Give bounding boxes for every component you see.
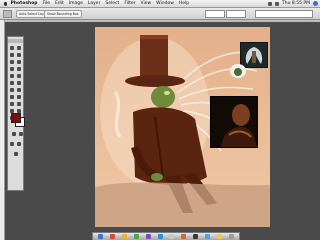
gradient-tool-icon[interactable] [16, 80, 22, 86]
finder-icon[interactable] [98, 234, 104, 239]
options-bar: Auto Select Layer Show Bounding Box [0, 8, 320, 20]
menu-clock[interactable]: Thu 8:55 PM [282, 0, 310, 7]
menu-help[interactable]: Help [176, 0, 191, 7]
type-tool-icon[interactable] [16, 94, 22, 100]
menu-view[interactable]: View [138, 0, 154, 7]
shape-tool-icon[interactable] [16, 101, 22, 107]
dock-app-icon[interactable] [145, 234, 151, 239]
screen-mode-1-icon[interactable] [9, 141, 15, 147]
horizontal-ruler [0, 20, 320, 22]
crop-tool-icon[interactable] [9, 59, 15, 65]
palette-well[interactable] [255, 10, 313, 18]
spotlight-icon[interactable] [313, 1, 318, 6]
menu-app-name[interactable]: Photoshop [8, 0, 40, 7]
toolbox-title-bar[interactable] [8, 39, 23, 43]
dock-app-icon[interactable] [110, 234, 116, 239]
dock-app-icon[interactable] [204, 234, 210, 239]
menu-select[interactable]: Select [103, 0, 122, 7]
menu-image[interactable]: Image [66, 0, 85, 7]
slice-tool-icon[interactable] [16, 59, 22, 65]
eraser-tool-icon[interactable] [9, 80, 15, 86]
menu-window[interactable]: Window [154, 0, 177, 7]
path-select-icon[interactable] [9, 94, 15, 100]
dock-app-icon[interactable] [181, 234, 187, 239]
dock-app-icon[interactable] [216, 234, 222, 239]
jump-to-imageready-icon[interactable] [13, 151, 19, 157]
quick-mask-icon[interactable] [18, 131, 24, 137]
menu-edit[interactable]: Edit [53, 0, 67, 7]
tool-presets-tab[interactable] [226, 10, 246, 18]
status-icon[interactable] [267, 1, 272, 6]
tool-preset-icon[interactable] [3, 10, 12, 18]
healing-brush-icon[interactable] [9, 66, 15, 72]
mac-menu-bar: Photoshop File Edit Image Layer Select F… [0, 0, 320, 8]
marquee-tool-icon[interactable] [9, 45, 15, 51]
vertical-ruler [0, 20, 5, 240]
show-bounding-box-checkbox[interactable]: Show Bounding Box [44, 10, 82, 18]
screen-mode-2-icon[interactable] [16, 141, 22, 147]
dock-app-icon[interactable] [157, 234, 163, 239]
brushes-tab[interactable] [205, 10, 225, 18]
character-sketch [230, 64, 246, 78]
menu-extras: Thu 8:55 PM [267, 0, 318, 7]
menu-layer[interactable]: Layer [85, 0, 103, 7]
menu-filter[interactable]: Filter [122, 0, 138, 7]
portrait-photo [211, 97, 257, 147]
brush-tool-icon[interactable] [16, 66, 22, 72]
dock-app-icon[interactable] [133, 234, 139, 239]
menu-file[interactable]: File [40, 0, 53, 7]
history-brush-icon[interactable] [16, 73, 22, 79]
trash-icon[interactable] [228, 234, 234, 239]
reference-image-portrait[interactable] [210, 96, 258, 148]
dock-app-icon[interactable] [193, 234, 199, 239]
dock-app-icon[interactable] [169, 234, 175, 239]
dock-app-icon[interactable] [122, 234, 128, 239]
dock [92, 232, 240, 240]
clone-stamp-icon[interactable] [9, 73, 15, 79]
foreground-color-swatch[interactable] [11, 113, 21, 123]
volume-icon[interactable] [274, 1, 279, 6]
dodge-tool-icon[interactable] [16, 87, 22, 93]
toolbox [7, 36, 25, 191]
lasso-tool-icon[interactable] [9, 52, 15, 58]
pen-tool-icon[interactable] [9, 101, 15, 107]
magic-wand-icon[interactable] [16, 52, 22, 58]
blur-tool-icon[interactable] [9, 87, 15, 93]
move-tool-icon[interactable] [16, 45, 22, 51]
standard-mode-icon[interactable] [11, 131, 17, 137]
